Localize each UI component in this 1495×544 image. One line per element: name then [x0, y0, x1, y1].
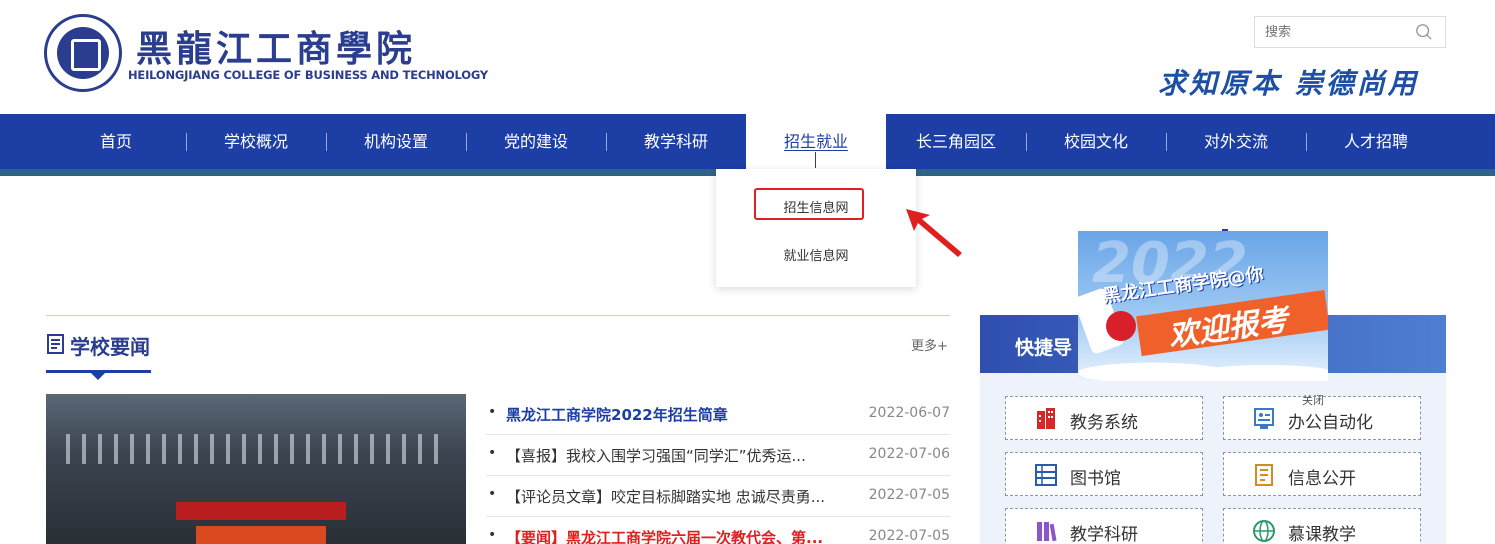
stage-banner — [176, 502, 346, 520]
news-title[interactable]: 【评论员文章】咬定目标脚踏实地 忠诚尽责勇... — [506, 486, 842, 507]
quick-button-label: 图书馆 — [1070, 469, 1121, 489]
building-icon — [1037, 408, 1055, 429]
globe-icon — [1253, 520, 1275, 542]
quick-button-info-disclosure[interactable]: 信息公开 — [1223, 452, 1421, 496]
library-icon — [1035, 464, 1057, 486]
bullet: • — [488, 404, 497, 420]
nav-item-recruitment[interactable]: 人才招聘 — [1306, 114, 1446, 169]
nav-label: 首页 — [99, 132, 132, 151]
nav-item-teaching[interactable]: 教学科研 — [606, 114, 746, 169]
news-item[interactable]: • 【喜报】我校入围学习强国“同学汇”优秀运... 2022-07-06 — [486, 435, 950, 476]
dropdown-item-employment-info[interactable]: 就业信息网 — [716, 245, 916, 264]
bow-icon — [1106, 311, 1136, 341]
quick-nav-title: 快捷导 — [1015, 337, 1073, 359]
quick-button-academic-system[interactable]: 教务系统 — [1005, 396, 1203, 440]
books-icon — [1037, 522, 1057, 542]
nav-label: 人才招聘 — [1343, 132, 1408, 151]
main-nav: 首页 学校概况 机构设置 党的建设 教学科研 招生就业 长三角园区 校园文化 对… — [0, 114, 1495, 169]
logo-chinese-name: 黑龍江工商學院 — [136, 28, 417, 70]
quick-button-mooc[interactable]: 慕课教学 — [1223, 508, 1421, 544]
news-item[interactable]: • 【评论员文章】咬定目标脚踏实地 忠诚尽责勇... 2022-07-05 — [486, 476, 950, 517]
news-date: 2022-07-05 — [868, 487, 950, 503]
admissions-dropdown: 招生信息网 就业信息网 — [716, 169, 916, 287]
nav-item-departments[interactable]: 机构设置 — [326, 114, 466, 169]
bullet: • — [488, 486, 497, 502]
news-date: 2022-06-07 — [868, 405, 950, 421]
news-section-title: 学校要闻 — [70, 335, 150, 359]
quick-button-label: 信息公开 — [1288, 469, 1356, 489]
search-box — [1254, 16, 1446, 48]
news-list-icon — [47, 334, 64, 354]
section-divider — [46, 315, 950, 316]
news-date: 2022-07-06 — [868, 446, 950, 462]
news-item[interactable]: • 黑龙江工商学院2022年招生简章 2022-06-07 — [486, 394, 950, 435]
nav-label: 对外交流 — [1203, 132, 1268, 151]
office-icon — [1254, 408, 1274, 429]
search-input[interactable] — [1255, 17, 1405, 47]
stage-banner — [196, 526, 326, 544]
news-date: 2022-07-05 — [868, 528, 950, 544]
quick-button-label: 慕课教学 — [1288, 525, 1356, 544]
nav-label: 校园文化 — [1063, 132, 1128, 151]
quick-button-label: 办公自动化 — [1288, 413, 1373, 433]
news-item[interactable]: • 【要闻】黑龙江工商学院六届一次教代会、第... 2022-07-05 — [486, 517, 950, 544]
news-more-link[interactable]: 更多+ — [911, 335, 948, 354]
nav-item-exchange[interactable]: 对外交流 — [1166, 114, 1306, 169]
quick-button-label: 教学科研 — [1070, 525, 1138, 544]
search-icon[interactable] — [1415, 23, 1433, 41]
document-icon — [1255, 464, 1273, 486]
nav-item-party[interactable]: 党的建设 — [466, 114, 606, 169]
nav-item-yangtze-campus[interactable]: 长三角园区 — [886, 114, 1026, 169]
school-motto: 求知原本 崇德尚用 — [1158, 67, 1419, 100]
nav-label: 长三角园区 — [915, 132, 996, 151]
stage-lights — [66, 434, 446, 464]
news-title[interactable]: 【喜报】我校入围学习强国“同学汇”优秀运... — [506, 445, 842, 466]
bullet: • — [488, 445, 497, 461]
quick-button-library[interactable]: 图书馆 — [1005, 452, 1203, 496]
nav-item-home[interactable]: 首页 — [46, 114, 186, 169]
nav-item-admissions[interactable]: 招生就业 — [746, 114, 886, 169]
nav-item-campus-culture[interactable]: 校园文化 — [1026, 114, 1166, 169]
quick-button-label: 教务系统 — [1070, 413, 1138, 433]
nav-label: 教学科研 — [643, 132, 708, 151]
news-title[interactable]: 【要闻】黑龙江工商学院六届一次教代会、第... — [506, 527, 842, 544]
title-caret — [91, 373, 105, 380]
dropdown-connector — [815, 152, 816, 168]
nav-label: 机构设置 — [363, 132, 428, 151]
logo-english-name: HEILONGJIANG COLLEGE OF BUSINESS AND TEC… — [128, 68, 488, 82]
college-seal-icon — [44, 14, 122, 92]
quick-button-teaching-research[interactable]: 教学科研 — [1005, 508, 1203, 544]
popup-clouds — [1078, 349, 1328, 381]
nav-label: 学校概况 — [223, 132, 288, 151]
popup-close-button[interactable]: 关闭 — [1302, 392, 1324, 408]
news-title[interactable]: 黑龙江工商学院2022年招生简章 — [506, 404, 842, 425]
popup-slogan: 欢迎报考 — [1166, 302, 1291, 355]
nav-item-about[interactable]: 学校概况 — [186, 114, 326, 169]
admissions-popup-banner[interactable]: 2022 黑龙江工商学院@你 欢迎报考 — [1078, 231, 1328, 381]
news-photo[interactable] — [46, 394, 466, 544]
site-logo[interactable]: 黑龍江工商學院 HEILONGJIANG COLLEGE OF BUSINESS… — [44, 14, 488, 94]
nav-label: 党的建设 — [503, 132, 568, 151]
annotation-arrow-icon — [906, 209, 962, 257]
site-header: 黑龍江工商學院 HEILONGJIANG COLLEGE OF BUSINESS… — [0, 0, 1495, 114]
nav-label: 招生就业 — [783, 132, 848, 151]
quick-nav-panel: 教务系统 办公自动化 图书馆 信息公开 教学科研 慕课教学 — [980, 373, 1446, 544]
dropdown-item-admissions-info[interactable]: 招生信息网 — [716, 197, 916, 216]
bullet: • — [488, 527, 497, 543]
